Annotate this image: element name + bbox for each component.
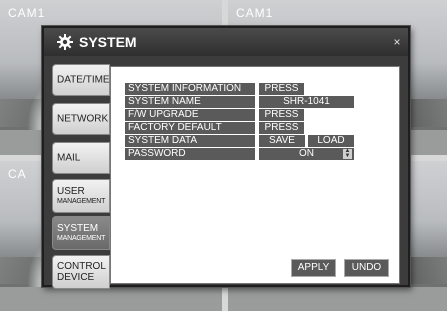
dialog-title: SYSTEM bbox=[79, 34, 137, 50]
row-system-name: SYSTEM NAME SHR-1041 bbox=[125, 96, 365, 108]
sidebar-item-subtitle: MANAGEMENT bbox=[57, 235, 106, 242]
password-toggle[interactable]: ON ▲ ▼ bbox=[259, 148, 354, 160]
sidebar-item-label: MAIL bbox=[57, 152, 81, 164]
gear-icon bbox=[57, 34, 73, 50]
sidebar-item-title: USER bbox=[57, 186, 85, 197]
system-name-field[interactable]: SHR-1041 bbox=[259, 96, 354, 108]
camera-label: CAM1 bbox=[8, 6, 46, 20]
undo-button[interactable]: UNDO bbox=[344, 259, 389, 277]
close-icon[interactable]: × bbox=[391, 36, 403, 48]
camera-label: CAM1 bbox=[236, 6, 274, 20]
sidebar-item-network[interactable]: NETWORK bbox=[52, 103, 110, 135]
sidebar-item-title: SYSTEM bbox=[57, 223, 99, 234]
apply-button[interactable]: APPLY bbox=[291, 259, 336, 277]
spin-down-icon: ▼ bbox=[344, 153, 351, 159]
sidebar-item-date-time[interactable]: DATE/TIME bbox=[52, 64, 110, 96]
sidebar-item-label: USER MANAGEMENT bbox=[57, 186, 105, 206]
setting-label: PASSWORD bbox=[125, 148, 255, 160]
setting-label: SYSTEM DATA bbox=[125, 135, 255, 147]
password-value: ON bbox=[299, 148, 314, 159]
sidebar-item-title: CONTROL bbox=[57, 261, 106, 272]
save-button[interactable]: SAVE bbox=[259, 135, 305, 147]
system-information-press-button[interactable]: PRESS bbox=[259, 83, 304, 95]
sidebar-item-mail[interactable]: MAIL bbox=[52, 142, 110, 174]
row-password: PASSWORD ON ▲ ▼ bbox=[125, 148, 365, 160]
sidebar-item-control-device[interactable]: CONTROL DEVICE bbox=[52, 255, 110, 289]
sidebar-item-label: DATE/TIME bbox=[57, 74, 110, 86]
setting-label: F/W UPGRADE bbox=[125, 109, 255, 121]
row-factory-default: FACTORY DEFAULT PRESS bbox=[125, 122, 365, 134]
dialog-titlebar: SYSTEM × bbox=[44, 28, 408, 56]
settings-panel: SYSTEM INFORMATION PRESS SYSTEM NAME SHR… bbox=[110, 66, 400, 284]
setting-label: SYSTEM INFORMATION bbox=[125, 83, 255, 95]
sidebar-item-label: SYSTEM MANAGEMENT bbox=[57, 223, 105, 243]
row-system-data: SYSTEM DATA SAVE LOAD bbox=[125, 135, 365, 147]
row-system-information: SYSTEM INFORMATION PRESS bbox=[125, 83, 365, 95]
system-dialog: SYSTEM × DATE/TIME NETWORK MAIL USER MAN… bbox=[42, 26, 410, 289]
sidebar-item-system-management[interactable]: SYSTEM MANAGEMENT bbox=[52, 216, 110, 250]
load-button[interactable]: LOAD bbox=[308, 135, 354, 147]
sidebar-item-subtitle: DEVICE bbox=[57, 272, 95, 283]
sidebar-item-label: NETWORK bbox=[57, 113, 109, 125]
setting-label: FACTORY DEFAULT bbox=[125, 122, 255, 134]
factory-default-press-button[interactable]: PRESS bbox=[259, 122, 304, 134]
fw-upgrade-press-button[interactable]: PRESS bbox=[259, 109, 304, 121]
sidebar-item-user-management[interactable]: USER MANAGEMENT bbox=[52, 179, 110, 213]
camera-label: CA bbox=[8, 167, 27, 181]
setting-label: SYSTEM NAME bbox=[125, 96, 255, 108]
sidebar-item-label: CONTROL DEVICE bbox=[57, 261, 106, 283]
row-fw-upgrade: F/W UPGRADE PRESS bbox=[125, 109, 365, 121]
spinner-arrows-icon[interactable]: ▲ ▼ bbox=[343, 148, 352, 159]
sidebar-item-subtitle: MANAGEMENT bbox=[57, 198, 106, 205]
